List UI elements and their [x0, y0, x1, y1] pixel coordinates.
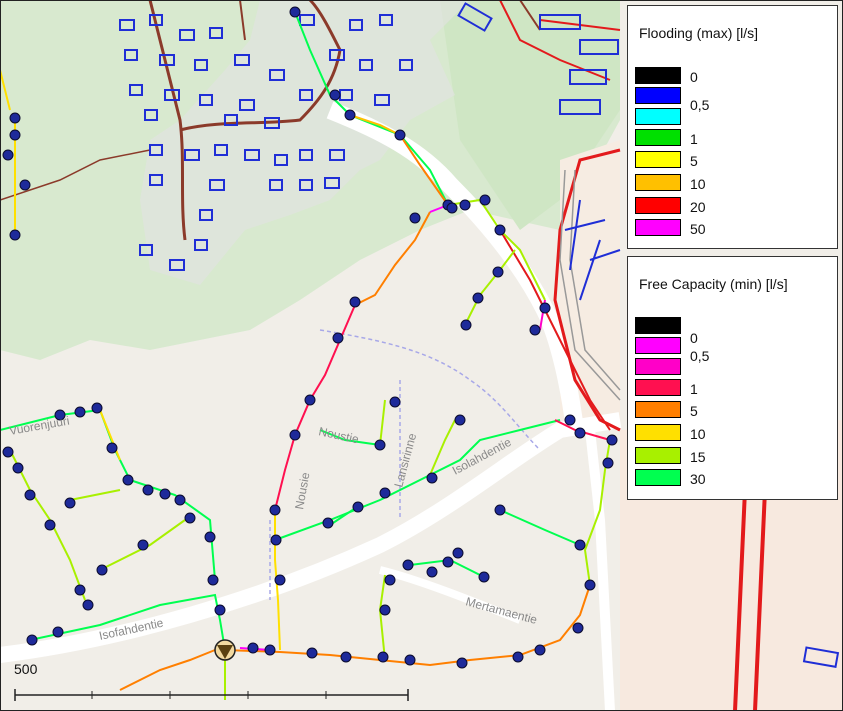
legend-swatch: [635, 447, 681, 464]
legend-swatch: [635, 469, 681, 486]
legend-capacity-row: 15: [635, 447, 825, 466]
legend-flooding: Flooding (max) [l/s] 0 0,5 1 5 10 20 50: [627, 5, 838, 249]
legend-capacity-row: 1: [635, 379, 825, 398]
legend-flooding-row: 10: [635, 174, 825, 193]
legend-label: 1: [690, 131, 698, 147]
legend-label: 0,5: [690, 348, 710, 364]
legend-swatch: [635, 197, 681, 214]
legend-flooding-row: 0,5: [635, 87, 825, 113]
legend-label: 1: [690, 381, 698, 397]
legend-swatch: [635, 67, 681, 84]
legend-swatch: [635, 358, 681, 375]
legend-label: 10: [690, 176, 706, 192]
legend-flooding-row: 5: [635, 151, 825, 170]
legend-flooding-row: 20: [635, 197, 825, 216]
legend-capacity-row: 5: [635, 401, 825, 420]
legend-swatch: [635, 379, 681, 396]
legend-flooding-title: Flooding (max) [l/s]: [639, 25, 759, 41]
legend-flooding-row: 1: [635, 129, 825, 148]
legend-label: 10: [690, 426, 706, 442]
legend-capacity-row: 30: [635, 469, 825, 488]
legend-label: 30: [690, 471, 706, 487]
legend-swatch: [635, 129, 681, 146]
legend-swatch: [635, 151, 681, 168]
legend-free-capacity: Free Capacity (min) [l/s] 0 0,5 1 5 10 1…: [627, 256, 838, 500]
legend-label: 0: [690, 69, 698, 85]
legend-label: 20: [690, 199, 706, 215]
outlet-marker[interactable]: [214, 639, 236, 661]
legend-capacity-row: 10: [635, 424, 825, 443]
legend-flooding-row: 50: [635, 219, 825, 238]
scale-bar: 500: [12, 659, 412, 704]
legend-swatch: [635, 317, 681, 334]
legend-capacity-title: Free Capacity (min) [l/s]: [639, 276, 788, 292]
scale-bar-graphic: [14, 689, 409, 701]
legend-swatch: [635, 337, 681, 354]
legend-swatch: [635, 219, 681, 236]
legend-capacity-row: 0: [635, 317, 825, 346]
legend-capacity-row: 0,5: [635, 348, 825, 377]
legend-flooding-row: [635, 108, 825, 127]
legend-swatch: [635, 174, 681, 191]
legend-label: 5: [690, 153, 698, 169]
legend-label: 50: [690, 221, 706, 237]
legend-label: 5: [690, 403, 698, 419]
legend-flooding-row: 0: [635, 67, 825, 86]
legend-swatch: [635, 424, 681, 441]
legend-capacity-row: [635, 337, 825, 356]
legend-swatch: [635, 108, 681, 125]
legend-swatch: [635, 87, 681, 104]
legend-swatch: [635, 401, 681, 418]
legend-label: 15: [690, 449, 706, 465]
